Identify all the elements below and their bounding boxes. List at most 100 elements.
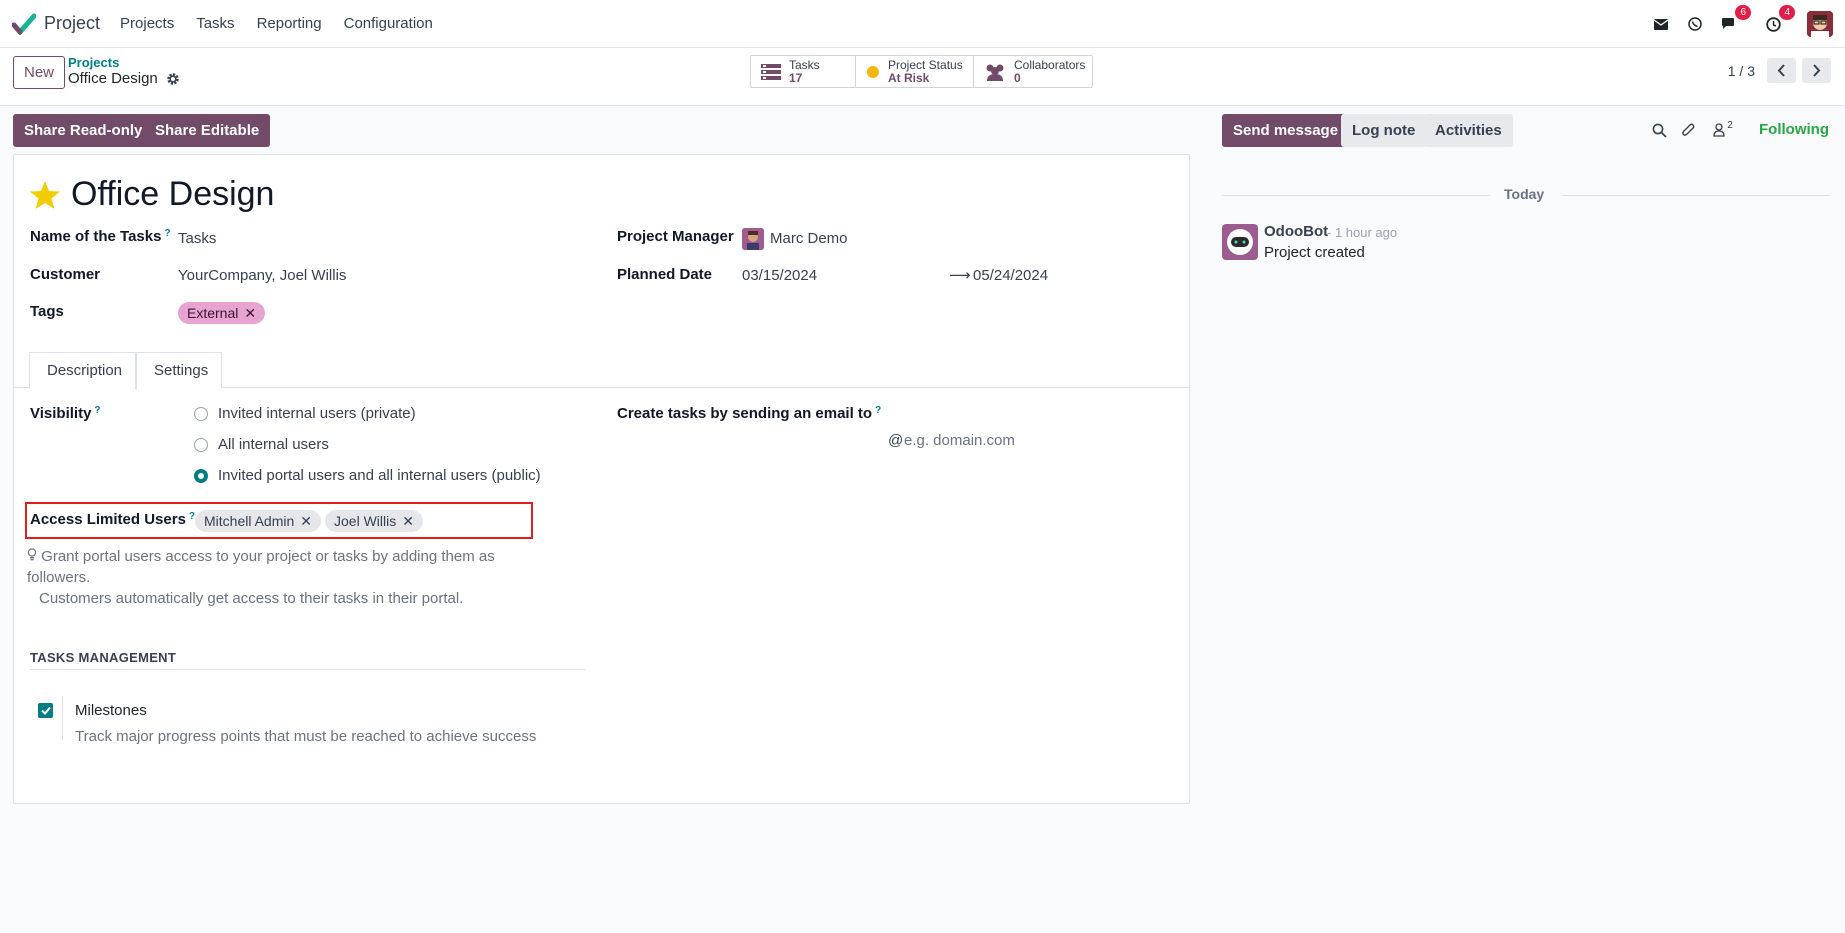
divider bbox=[1222, 195, 1490, 196]
send-message-button[interactable]: Send message bbox=[1222, 114, 1350, 147]
planned-date-start[interactable]: 03/15/2024 bbox=[742, 267, 817, 284]
tasks-icon bbox=[761, 63, 781, 81]
new-button[interactable]: New bbox=[13, 56, 66, 89]
tag-external[interactable]: External ✕ bbox=[178, 302, 266, 324]
milestones-label[interactable]: Milestones bbox=[75, 702, 147, 719]
lightbulb-icon bbox=[27, 548, 41, 565]
checkmark-icon bbox=[40, 706, 51, 715]
messages-badge: 6 bbox=[1735, 5, 1751, 20]
record-title[interactable]: Office Design bbox=[71, 175, 274, 214]
activities-button[interactable]: Activities bbox=[1424, 114, 1513, 147]
envelope-icon[interactable] bbox=[1651, 14, 1671, 34]
customer-label: Customer bbox=[30, 266, 101, 283]
message-body: Project created bbox=[1264, 244, 1365, 261]
message-author[interactable]: OdooBot bbox=[1264, 223, 1328, 240]
name-of-tasks-field[interactable]: Tasks bbox=[178, 230, 216, 247]
access-limited-users-label-text: Access Limited Users bbox=[30, 511, 186, 528]
user-tag-joel-willis[interactable]: Joel Willis ✕ bbox=[325, 510, 423, 532]
top-navbar: Project Projects Tasks Reporting Configu… bbox=[0, 0, 1845, 48]
date-separator: Today bbox=[1222, 185, 1830, 205]
control-panel: New Projects Office Design Tasks 17 Proj… bbox=[0, 48, 1845, 106]
tasks-smart-button[interactable]: Tasks 17 bbox=[751, 56, 856, 87]
milestones-checkbox[interactable] bbox=[38, 703, 53, 718]
title-row: Office Design bbox=[29, 175, 274, 214]
radio-button-checked[interactable] bbox=[194, 468, 208, 483]
log-note-button[interactable]: Log note bbox=[1341, 114, 1427, 147]
user-avatar[interactable] bbox=[1807, 11, 1833, 37]
users-icon bbox=[984, 63, 1006, 81]
help-tooltip-icon[interactable]: ? bbox=[164, 228, 170, 239]
collaborators-smart-button[interactable]: Collaborators 0 bbox=[974, 56, 1092, 87]
menu-configuration[interactable]: Configuration bbox=[344, 15, 433, 32]
breadcrumb-current-label: Office Design bbox=[68, 70, 158, 87]
notebook-tabs: Description Settings bbox=[14, 348, 1191, 390]
star-favorite-icon[interactable] bbox=[29, 179, 61, 211]
section-divider bbox=[30, 669, 585, 670]
milestones-description: Track major progress points that must be… bbox=[75, 728, 537, 745]
messages-icon[interactable]: 6 bbox=[1719, 5, 1751, 34]
paperclip-icon[interactable] bbox=[1679, 121, 1697, 139]
email-domain-input[interactable]: e.g. domain.com bbox=[904, 432, 1015, 449]
visibility-option-public[interactable]: Invited portal users and all internal us… bbox=[194, 467, 541, 484]
tasks-stat-value: 17 bbox=[789, 70, 803, 85]
remove-tag-icon[interactable]: ✕ bbox=[402, 510, 414, 532]
user-tag-mitchell-admin[interactable]: Mitchell Admin ✕ bbox=[195, 510, 321, 532]
breadcrumb-projects[interactable]: Projects bbox=[68, 55, 119, 70]
project-status-smart-button[interactable]: Project Status At Risk bbox=[856, 56, 974, 87]
pager-next-button[interactable] bbox=[1802, 58, 1831, 83]
activities-clock-icon[interactable]: 4 bbox=[1763, 5, 1795, 34]
tasks-stat-label: Tasks bbox=[789, 57, 820, 72]
pager: 1 / 3 bbox=[1728, 58, 1831, 83]
collaborators-stat-value: 0 bbox=[1014, 70, 1021, 85]
activities-badge: 4 bbox=[1779, 5, 1795, 20]
radio-button[interactable] bbox=[194, 406, 208, 421]
menu-tasks[interactable]: Tasks bbox=[196, 15, 234, 32]
at-sign-icon: @ bbox=[888, 432, 904, 449]
project-manager-field[interactable]: Marc Demo bbox=[770, 230, 848, 247]
status-dot-icon bbox=[866, 65, 880, 79]
app-name[interactable]: Project bbox=[44, 13, 100, 34]
access-hint: Grant portal users access to your projec… bbox=[27, 546, 547, 609]
help-tooltip-icon[interactable]: ? bbox=[875, 405, 881, 416]
followers-button[interactable]: 2 bbox=[1709, 119, 1737, 139]
visibility-label-text: Visibility bbox=[30, 405, 92, 422]
avatar bbox=[742, 228, 764, 250]
odoobot-avatar[interactable] bbox=[1222, 224, 1258, 260]
project-manager-label: Project Manager bbox=[617, 228, 734, 245]
tab-settings[interactable]: Settings bbox=[136, 352, 222, 390]
name-of-tasks-label: Name of the Tasks? bbox=[30, 228, 171, 245]
visibility-option-private[interactable]: Invited internal users (private) bbox=[194, 405, 416, 422]
share-editable-button[interactable]: Share Editable bbox=[144, 114, 271, 147]
visibility-option-label: All internal users bbox=[218, 436, 329, 453]
followers-count: 2 bbox=[1727, 119, 1733, 131]
help-tooltip-icon[interactable]: ? bbox=[94, 405, 100, 416]
collaborators-stat-label: Collaborators bbox=[1014, 57, 1086, 72]
user-tag-label: Joel Willis bbox=[334, 513, 397, 529]
tags-label: Tags bbox=[30, 303, 64, 320]
pager-value[interactable]: 1 / 3 bbox=[1728, 63, 1755, 79]
breadcrumb-current: Office Design bbox=[68, 70, 180, 87]
share-readonly-button[interactable]: Share Read-only bbox=[13, 114, 154, 147]
project-app-logo-icon[interactable] bbox=[12, 12, 36, 36]
gear-icon[interactable] bbox=[166, 72, 180, 86]
whatsapp-icon[interactable] bbox=[1685, 14, 1705, 34]
menu-projects[interactable]: Projects bbox=[120, 15, 174, 32]
tab-description[interactable]: Description bbox=[29, 352, 136, 389]
following-button[interactable]: Following bbox=[1759, 121, 1829, 138]
pager-previous-button[interactable] bbox=[1767, 58, 1796, 83]
visibility-option-label: Invited portal users and all internal us… bbox=[218, 467, 541, 484]
customer-field[interactable]: YourCompany, Joel Willis bbox=[178, 267, 346, 284]
visibility-label: Visibility? bbox=[30, 405, 101, 422]
radio-button[interactable] bbox=[194, 437, 208, 452]
visibility-option-internal[interactable]: All internal users bbox=[194, 436, 329, 453]
status-stat-label: Project Status bbox=[888, 57, 963, 72]
remove-tag-icon[interactable]: ✕ bbox=[244, 302, 256, 324]
remove-tag-icon[interactable]: ✕ bbox=[300, 510, 312, 532]
date-separator-label: Today bbox=[1504, 186, 1545, 202]
planned-date-end[interactable]: 05/24/2024 bbox=[973, 267, 1048, 284]
hint-line-1: Grant portal users access to your projec… bbox=[27, 548, 495, 586]
email-alias-label: Create tasks by sending an email to? bbox=[617, 405, 881, 422]
user-tag-label: Mitchell Admin bbox=[204, 513, 295, 529]
menu-reporting[interactable]: Reporting bbox=[257, 15, 322, 32]
search-icon[interactable] bbox=[1650, 121, 1668, 139]
